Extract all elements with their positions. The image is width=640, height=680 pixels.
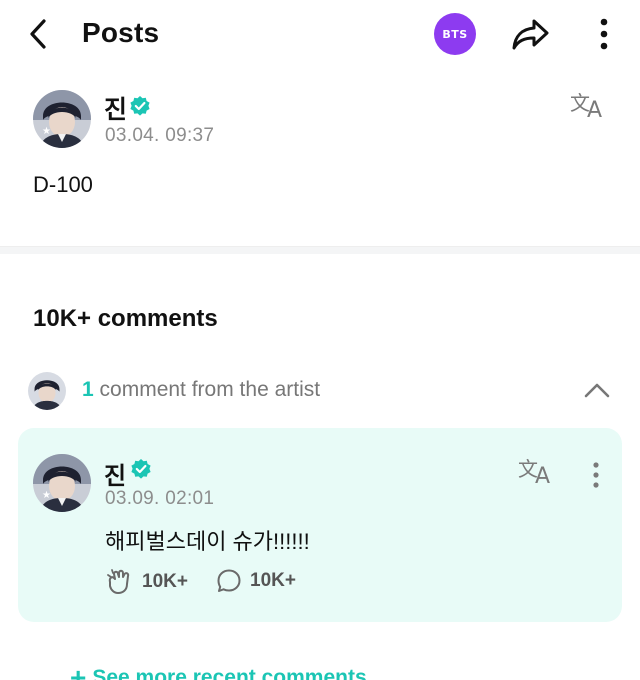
post-timestamp: 03.04. 09:37	[105, 125, 215, 146]
post-translate-button[interactable]: 文 A	[570, 88, 608, 122]
comment-author-name[interactable]: 진	[104, 456, 126, 491]
more-options-button[interactable]	[590, 14, 618, 54]
comment-reply-count: 10K+	[250, 570, 296, 591]
translate-icon: 文 A	[518, 457, 550, 487]
artist-comment-avatar	[28, 372, 66, 410]
svg-text:A: A	[587, 98, 602, 121]
share-button[interactable]	[510, 14, 552, 54]
share-arrow-icon	[512, 19, 549, 50]
chevron-left-icon	[30, 19, 46, 49]
bts-community-badge[interactable]: BTS	[434, 13, 476, 55]
comment-reply-button[interactable]: 10K+	[216, 568, 296, 594]
vertical-dots-icon	[593, 462, 599, 488]
comments-count-title: 10K+ comments	[33, 305, 218, 332]
post-author-avatar[interactable]: ★	[33, 90, 91, 148]
back-button[interactable]	[22, 16, 54, 52]
see-more-comments-link[interactable]: + See more recent comments	[70, 664, 367, 680]
top-bar: Posts BTS	[0, 0, 640, 68]
comment-more-button[interactable]	[584, 458, 608, 492]
artist-comment-count: 1	[82, 378, 94, 401]
comment-translate-button[interactable]: 文 A	[518, 454, 556, 488]
artist-comments-toggle[interactable]: 1 comment from the artist	[0, 366, 640, 414]
artist-comment-card: ★ 진 03.09. 02:01 文 A 해피벌스데이 슈가!!!!!! 10K…	[18, 428, 622, 622]
comment-like-count: 10K+	[142, 571, 188, 592]
speech-bubble-icon	[217, 569, 241, 592]
translate-icon: 文 A	[570, 91, 602, 121]
page-title: Posts	[82, 17, 160, 48]
post-author-name[interactable]: 진	[104, 90, 127, 126]
svg-text:★: ★	[42, 490, 51, 501]
svg-text:★: ★	[42, 126, 51, 137]
comment-text: 해피벌스데이 슈가!!!!!!	[105, 529, 310, 554]
section-divider	[0, 246, 640, 254]
see-more-label: See more recent comments	[92, 666, 367, 680]
verified-check-icon	[130, 96, 150, 116]
svg-text:A: A	[535, 464, 550, 487]
post-content: D-100	[33, 172, 93, 197]
verified-check-icon	[131, 459, 151, 479]
chevron-up-icon	[584, 383, 610, 398]
comment-author-avatar[interactable]: ★	[33, 454, 91, 512]
vertical-dots-icon	[600, 18, 608, 50]
collapse-button[interactable]	[580, 376, 614, 404]
artist-comment-summary: 1 comment from the artist	[82, 378, 320, 402]
comment-timestamp: 03.09. 02:01	[105, 488, 215, 509]
comment-like-button[interactable]: 10K+	[106, 568, 188, 596]
artist-comment-label: comment from the artist	[99, 378, 321, 401]
cheer-hand-icon	[107, 569, 130, 594]
plus-icon: +	[70, 662, 87, 680]
